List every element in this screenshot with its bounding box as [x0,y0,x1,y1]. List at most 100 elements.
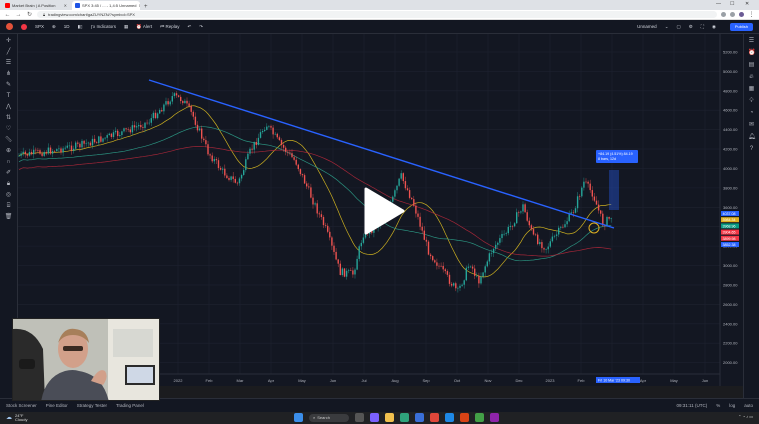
file-explorer-icon[interactable] [385,413,394,422]
browser-tab[interactable]: Market Brain | A Position ✕ [2,1,70,10]
close-icon[interactable]: ✕ [64,3,67,8]
system-tray-icons[interactable]: ⌃ ◔ ♪ ▭ [738,414,753,419]
ideas-icon[interactable]: 💡︎ [748,98,755,105]
streams-icon[interactable]: ◔ [748,110,755,117]
percent-toggle[interactable]: % [716,403,720,408]
presenter-image [13,319,159,400]
candle-body [278,137,281,141]
zoom-icon[interactable]: ⊕ [5,147,13,155]
candle-body [188,103,190,106]
alerts-icon[interactable]: ⏰ [748,50,755,57]
taskbar-search-input[interactable]: ⌕ Search [309,413,349,422]
os-taskbar: ☁ 24°F Cloudy ⌕ Search ⌃ ◔ ♪ ▭ [0,412,759,424]
text-icon[interactable]: T [5,92,13,100]
compare-icon[interactable]: ⊕ [52,24,56,30]
data-window-icon[interactable]: ▤ [748,62,755,69]
notifications-icon[interactable]: 🔔︎ [748,134,756,141]
time-tick-label: 2023 [546,378,556,383]
trash-icon[interactable]: 🗑︎ [5,213,13,221]
publish-button[interactable]: Publish [729,22,753,31]
stay-in-drawing-icon[interactable]: ✐ [5,169,13,177]
url-input[interactable]: 🔒︎ tradingview.com/chart/gaZUYNZN/?symbo… [37,11,717,18]
minimize-icon[interactable]: — [716,1,721,7]
crosshair-icon[interactable]: ✛ [5,37,13,45]
app-icon[interactable] [475,413,484,422]
ruler-icon[interactable]: 📏︎ [5,136,13,144]
reload-icon[interactable]: ↻ [26,11,33,18]
chat-app-icon[interactable] [370,413,379,422]
task-view-icon[interactable] [355,413,364,422]
chevron-down-icon[interactable]: ⌄ [665,24,669,30]
tab-strategy-tester[interactable]: Strategy Tester [77,403,107,408]
candle-body [209,154,211,156]
symbol-search-button[interactable]: SPX [35,24,44,29]
price-tag-label: 3904.65 [723,231,736,235]
forward-icon[interactable]: → [15,12,22,18]
redo-icon[interactable]: ↷ [199,24,203,30]
hide-drawings-icon[interactable]: ◎ [5,191,13,199]
auto-toggle[interactable]: auto [744,403,753,408]
windows-start-icon[interactable] [294,413,303,422]
lock-drawings-icon[interactable]: 🔒︎ [5,180,13,188]
pattern-icon[interactable]: ⋀ [5,103,13,111]
calendar-icon[interactable]: ▦ [748,86,755,93]
app-icon[interactable] [490,413,499,422]
indicators-button[interactable]: ƒx Indicators [91,24,117,29]
horizontal-lines-icon[interactable]: ☰ [5,59,13,67]
camera-icon[interactable]: ◉ [712,24,716,30]
chrome-icon[interactable] [430,413,439,422]
shapes-icon[interactable]: ♡ [5,125,13,133]
browser-tab-active[interactable]: SPX 3:45 / ... - 1,4:5 Unnamed ✕ [72,1,140,10]
time-tick-label: May [670,378,678,383]
tab-pine-editor[interactable]: Pine Editor [46,403,68,408]
close-window-icon[interactable]: ✕ [745,1,749,7]
candle-body [425,239,428,242]
candle-body [459,285,461,288]
candle-body [429,254,432,257]
layout-name[interactable]: Unnamed [637,24,657,29]
store-icon[interactable] [415,413,424,422]
help-icon[interactable]: ? [748,146,755,153]
menu-icon[interactable]: ⋮ [748,11,755,18]
timeframe-button[interactable]: 1D [64,24,70,29]
back-icon[interactable]: ← [4,12,11,18]
weather-widget[interactable]: ☁ 24°F Cloudy [6,414,27,422]
play-icon[interactable] [362,186,406,236]
templates-icon[interactable]: ▦ [124,24,128,30]
edge-icon[interactable] [400,413,409,422]
candle-body [413,199,415,206]
magnet-icon[interactable]: ∩ [5,158,13,166]
price-axis[interactable]: 5200.00 5000.00 4800.00 4600.00 4400.00 4200.… [719,34,743,386]
candle-body [224,168,226,176]
profile-icon[interactable] [739,12,744,17]
media-icon[interactable] [460,413,469,422]
extension-icon[interactable] [730,12,735,17]
candle-type-icon[interactable]: ▮▯ [78,24,83,30]
maximize-icon[interactable]: ☐ [730,1,734,7]
log-toggle[interactable]: log [729,403,735,408]
alert-label: Alert [142,23,153,29]
chat-icon[interactable]: ✉ [748,122,755,129]
gear-icon[interactable]: ⚙ [689,24,693,30]
brush-icon[interactable]: ✎ [5,81,13,89]
close-icon[interactable]: ✕ [138,3,140,8]
undo-icon[interactable]: ↶ [188,24,192,30]
youtube-icon [5,3,10,8]
pitchfork-icon[interactable]: ⋔ [5,70,13,78]
candle-body [303,175,306,184]
fullscreen-icon[interactable]: ⛶ [701,24,704,29]
tab-trading-panel[interactable]: Trading Panel [116,403,144,408]
prediction-icon[interactable]: ⇅ [5,114,13,122]
hotlist-icon[interactable]: 🔥︎ [748,74,755,81]
mail-icon[interactable] [445,413,454,422]
trendline-icon[interactable]: ╱ [5,48,13,56]
avatar[interactable] [6,23,13,30]
watchlist-icon[interactable]: ☰ [748,38,755,45]
layout-grid-icon[interactable]: ▢ [676,24,680,30]
tab-stock-screener[interactable]: Stock Screener [6,403,37,408]
extension-icon[interactable] [721,12,726,17]
object-tree-icon[interactable]: ⌸ [5,202,13,210]
candle-body [589,183,591,191]
alert-button[interactable]: ⏰ Alert [136,24,152,30]
replay-button[interactable]: ⏮ Replay [160,24,179,29]
